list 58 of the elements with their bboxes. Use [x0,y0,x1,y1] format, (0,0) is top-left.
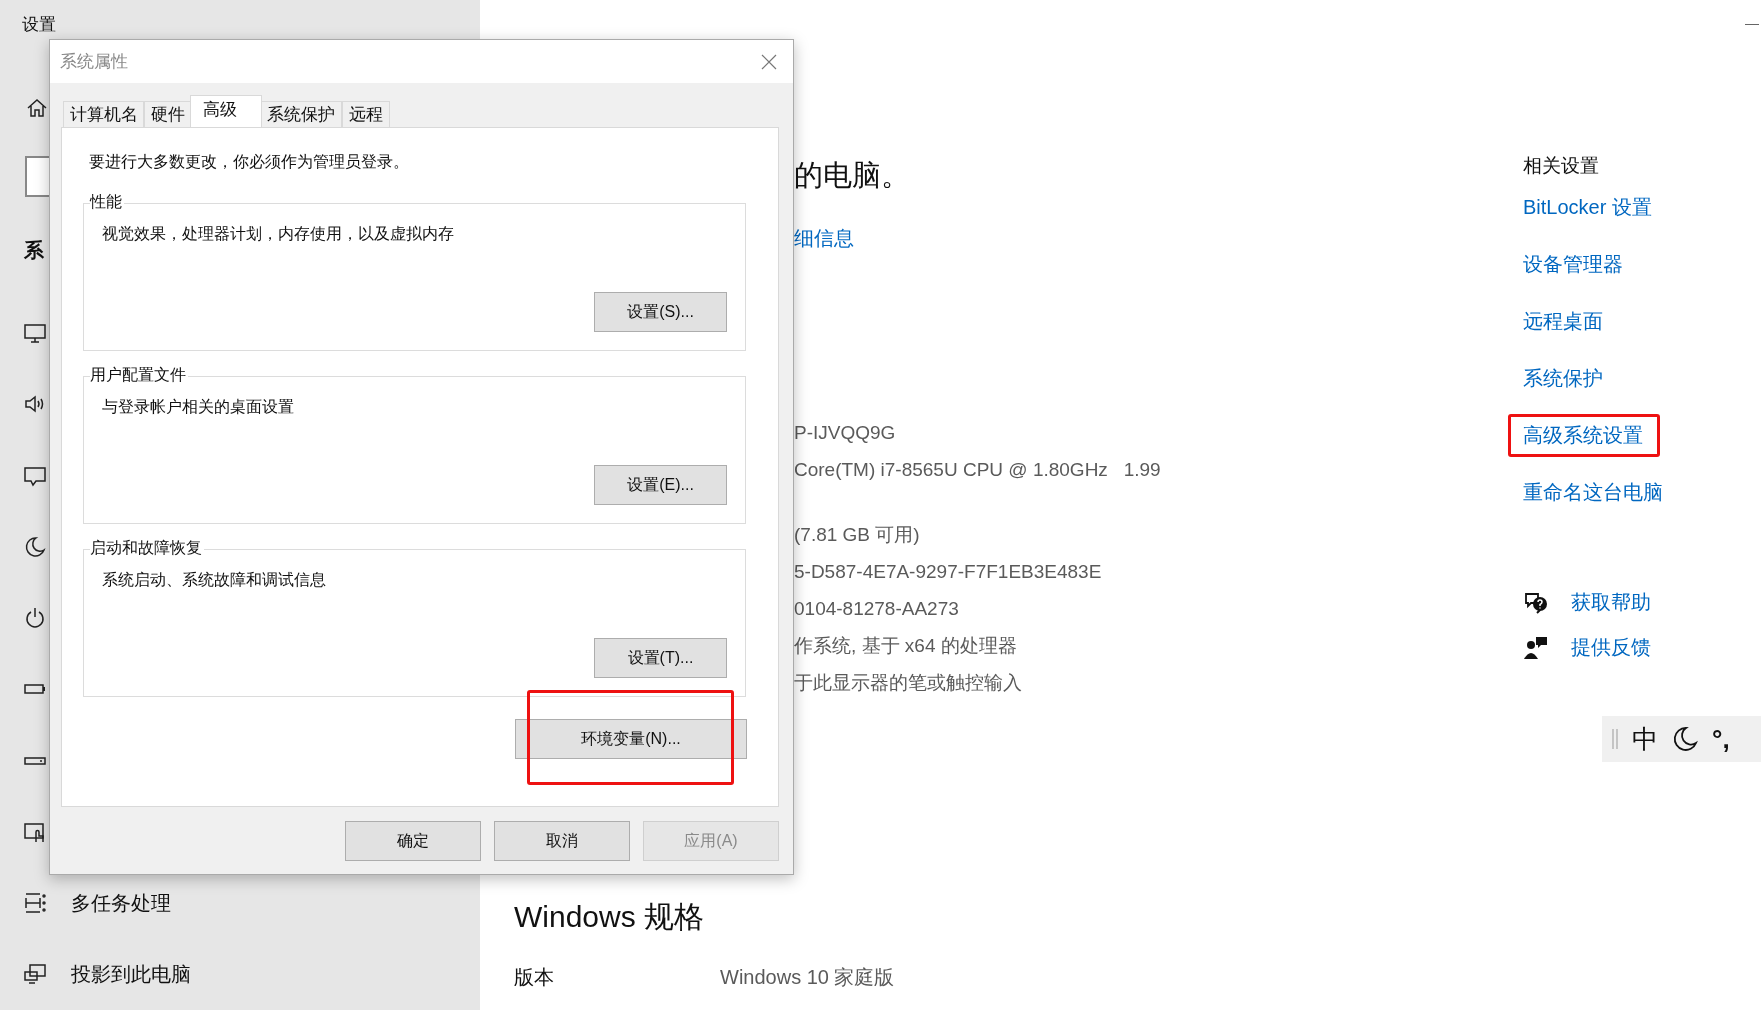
tab[interactable]: 高级 [190,95,262,127]
group-title: 性能 [90,192,124,213]
nav-item[interactable]: 多任务处理 [71,889,171,917]
monitor-icon[interactable] [23,321,47,345]
moon-icon[interactable] [23,534,47,559]
dialog-button[interactable]: 取消 [494,821,630,861]
group-description: 系统启动、系统故障和调试信息 [102,570,327,590]
related-link[interactable]: 远程桌面 [1508,299,1620,343]
sidebar-heading: 系 [24,238,44,264]
spec-value: 0104-81278-AA273 [794,597,960,621]
power-icon[interactable] [23,606,47,631]
punctuation-toggle[interactable]: °, [1712,723,1730,755]
tab[interactable]: 硬件 [144,101,192,127]
page-heading: 的电脑。 [794,158,911,192]
tab[interactable]: 计算机名 [63,101,144,127]
settings-button[interactable]: 设置(E)... [594,465,727,505]
group-title: 启动和故障恢复 [90,538,204,559]
spec-value: P-IJVQQ9G [794,421,897,445]
close-icon[interactable] [761,53,777,70]
related-link[interactable]: 设备管理器 [1508,242,1640,286]
nav-item[interactable]: 投影到此电脑 [71,960,191,988]
group-description: 视觉效果，处理器计划，内存使用，以及虚拟内存 [102,224,455,244]
dialog-button[interactable]: 确定 [345,821,481,861]
settings-button[interactable]: 设置(S)... [594,292,727,332]
home-icon[interactable] [26,97,48,119]
spec-value: Windows 10 家庭版 [720,965,895,990]
related-link[interactable]: 重命名这台电脑 [1508,470,1680,514]
multitask-icon[interactable] [23,891,47,916]
spec-value: 5-D587-4E7A-9297-F7F1EB3E483E [794,560,1103,584]
spec-value: Core(TM) i7-8565U CPU @ 1.80GHz 1.99 [794,458,1162,482]
moon-icon[interactable] [1672,726,1698,752]
input-mode-toggle[interactable]: 中 [1632,721,1658,757]
admin-note: 要进行大多数更改，你必须作为管理员登录。 [89,152,410,172]
projector-icon[interactable] [23,962,47,987]
group-title: 用户配置文件 [90,365,188,386]
help-link[interactable]: 提供反馈 [1571,634,1651,661]
app-title: 设置 [21,14,56,36]
help-chat-icon [1523,590,1549,615]
grip-icon[interactable] [1612,728,1618,750]
person-chat-icon [1523,635,1549,660]
related-link[interactable]: 系统保护 [1508,356,1620,400]
help-link[interactable]: 获取帮助 [1571,589,1651,616]
group-description: 与登录帐户相关的桌面设置 [102,397,295,417]
details-link[interactable]: 细信息 [794,225,854,252]
related-heading: 相关设置 [1523,154,1600,178]
spec-value: (7.81 GB 可用) [794,523,921,547]
related-link[interactable]: 高级系统设置 [1508,413,1660,457]
minimize-icon[interactable] [1745,24,1759,26]
section-heading: Windows 规格 [514,899,706,935]
tab[interactable]: 系统保护 [260,101,342,127]
spec-value: 于此显示器的笔或触控输入 [794,671,1023,695]
settings-button[interactable]: 设置(T)... [594,638,727,678]
environment-variables-button[interactable]: 环境变量(N)... [515,719,747,759]
related-link[interactable]: BitLocker 设置 [1508,185,1669,229]
tab[interactable]: 远程 [342,101,390,127]
spec-label: 版本 [514,965,555,990]
dialog-title: 系统属性 [60,51,128,73]
spec-value: 作系统, 基于 x64 的处理器 [794,634,1018,658]
